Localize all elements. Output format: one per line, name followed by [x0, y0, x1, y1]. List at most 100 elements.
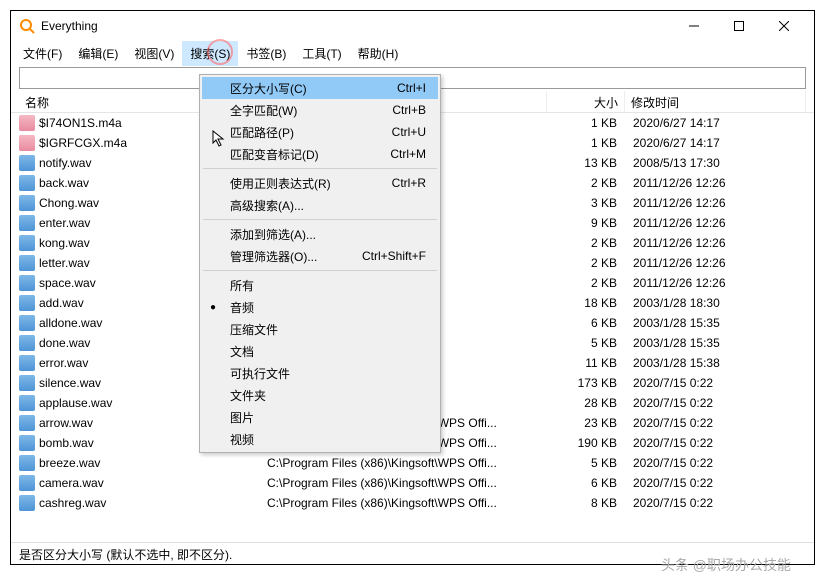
menu-dropdown-item[interactable]: 全字匹配(W)Ctrl+B — [202, 99, 438, 121]
file-name: letter.wav — [39, 256, 90, 270]
menu-dropdown-item[interactable]: 使用正则表达式(R) Ctrl+R — [202, 172, 438, 194]
menu-separator — [203, 219, 437, 220]
menu-dropdown-item[interactable]: 匹配路径(P)Ctrl+U — [202, 121, 438, 143]
file-name: silence.wav — [39, 376, 101, 390]
file-size: 5 KB — [547, 456, 625, 470]
menu-item-label: 可执行文件 — [230, 365, 290, 382]
wav-file-icon — [19, 295, 35, 311]
menu-item[interactable]: 帮助(H) — [350, 41, 407, 66]
file-size: 1 KB — [547, 116, 625, 130]
menu-dropdown-item[interactable]: ●音频 — [202, 296, 438, 318]
file-date: 2020/7/15 0:22 — [625, 396, 806, 410]
menu-item-label: 视频 — [230, 431, 254, 448]
file-date: 2003/1/28 18:30 — [625, 296, 806, 310]
file-size: 2 KB — [547, 176, 625, 190]
m4a-file-icon — [19, 115, 35, 131]
file-size: 1 KB — [547, 136, 625, 150]
menu-item[interactable]: 工具(T) — [294, 41, 349, 66]
file-name: space.wav — [39, 276, 96, 290]
file-size: 2 KB — [547, 256, 625, 270]
file-name: $I74ON1S.m4a — [39, 116, 122, 130]
menu-item[interactable]: 文件(F) — [15, 41, 70, 66]
menu-item-label: 音频 — [230, 299, 254, 316]
menu-item-label: 文件夹 — [230, 387, 266, 404]
file-name: breeze.wav — [39, 456, 100, 470]
menu-dropdown-item[interactable]: 压缩文件 — [202, 318, 438, 340]
wav-file-icon — [19, 155, 35, 171]
menu-item-label: 使用正则表达式(R) — [230, 175, 331, 192]
wav-file-icon — [19, 435, 35, 451]
file-name: add.wav — [39, 296, 84, 310]
file-size: 23 KB — [547, 416, 625, 430]
menu-item-label: 匹配变音标记(D) — [230, 146, 319, 163]
menu-dropdown-item[interactable]: 文件夹 — [202, 384, 438, 406]
menu-item[interactable]: 编辑(E) — [70, 41, 126, 66]
menu-item-shortcut: Ctrl+R — [392, 176, 426, 190]
file-row[interactable]: cashreg.wavC:\Program Files (x86)\Kingso… — [19, 493, 806, 513]
file-name: Chong.wav — [39, 196, 99, 210]
file-size: 18 KB — [547, 296, 625, 310]
wav-file-icon — [19, 395, 35, 411]
search-menu-dropdown: 区分大小写(C)Ctrl+I全字匹配(W)Ctrl+B匹配路径(P)Ctrl+U… — [199, 74, 441, 453]
menu-dropdown-item[interactable]: 区分大小写(C)Ctrl+I — [202, 77, 438, 99]
file-size: 2 KB — [547, 276, 625, 290]
wav-file-icon — [19, 355, 35, 371]
menu-item-shortcut: Ctrl+U — [392, 125, 426, 139]
menu-dropdown-item[interactable]: 添加到筛选(A)... — [202, 223, 438, 245]
file-size: 6 KB — [547, 316, 625, 330]
file-date: 2011/12/26 12:26 — [625, 256, 806, 270]
file-name: enter.wav — [39, 216, 90, 230]
file-row[interactable]: breeze.wav C:\Program Files (x86)\Kingsof… — [19, 453, 806, 473]
maximize-button[interactable] — [716, 12, 761, 40]
file-date: 2011/12/26 12:26 — [625, 196, 806, 210]
file-size: 2 KB — [547, 236, 625, 250]
wav-file-icon — [19, 315, 35, 331]
file-name: arrow.wav — [39, 416, 93, 430]
app-title: Everything — [41, 19, 671, 33]
file-path: C:\Program Files (x86)\Kingsoft\WPS Offi… — [261, 456, 547, 470]
file-date: 2003/1/28 15:38 — [625, 356, 806, 370]
file-date: 2020/7/15 0:22 — [625, 496, 806, 510]
wav-file-icon — [19, 175, 35, 191]
header-date[interactable]: 修改时间 — [625, 91, 806, 112]
menu-item[interactable]: 书签(B) — [238, 41, 294, 66]
wav-file-icon — [19, 375, 35, 391]
file-date: 2003/1/28 15:35 — [625, 336, 806, 350]
file-size: 11 KB — [547, 356, 625, 370]
menu-item-shortcut: Ctrl+M — [390, 147, 426, 161]
menu-dropdown-item[interactable]: 匹配变音标记(D) Ctrl+M — [202, 143, 438, 165]
file-date: 2003/1/28 15:35 — [625, 316, 806, 330]
menu-dropdown-item[interactable]: 所有 — [202, 274, 438, 296]
wav-file-icon — [19, 335, 35, 351]
file-row[interactable]: camera.wavC:\Program Files (x86)\Kingsof… — [19, 473, 806, 493]
file-size: 6 KB — [547, 476, 625, 490]
watermark: 头条 @职场办公技能 — [661, 555, 791, 575]
menu-item-label: 所有 — [230, 277, 254, 294]
menu-dropdown-item[interactable]: 图片 — [202, 406, 438, 428]
header-size[interactable]: 大小 — [547, 91, 625, 112]
close-button[interactable] — [761, 12, 806, 40]
menu-dropdown-item[interactable]: 可执行文件 — [202, 362, 438, 384]
app-icon — [19, 18, 35, 34]
menu-item-label: 文档 — [230, 343, 254, 360]
wav-file-icon — [19, 235, 35, 251]
menu-item-label: 高级搜索(A)... — [230, 197, 304, 214]
file-date: 2011/12/26 12:26 — [625, 176, 806, 190]
menu-dropdown-item[interactable]: 视频 — [202, 428, 438, 450]
file-size: 3 KB — [547, 196, 625, 210]
menu-dropdown-item[interactable]: 高级搜索(A)... — [202, 194, 438, 216]
menu-item-shortcut: Ctrl+B — [392, 103, 426, 117]
menu-item-shortcut: Ctrl+I — [397, 81, 426, 95]
menu-item[interactable]: 视图(V) — [126, 41, 182, 66]
file-name: cashreg.wav — [39, 496, 106, 510]
minimize-button[interactable] — [671, 12, 716, 40]
menu-item-label: 添加到筛选(A)... — [230, 226, 316, 243]
wav-file-icon — [19, 475, 35, 491]
menu-dropdown-item[interactable]: 管理筛选器(O)...Ctrl+Shift+F — [202, 245, 438, 267]
file-size: 5 KB — [547, 336, 625, 350]
menu-dropdown-item[interactable]: 文档 — [202, 340, 438, 362]
menu-item[interactable]: 搜索(S) — [182, 41, 238, 66]
file-date: 2011/12/26 12:26 — [625, 276, 806, 290]
file-date: 2008/5/13 17:30 — [625, 156, 806, 170]
file-size: 173 KB — [547, 376, 625, 390]
